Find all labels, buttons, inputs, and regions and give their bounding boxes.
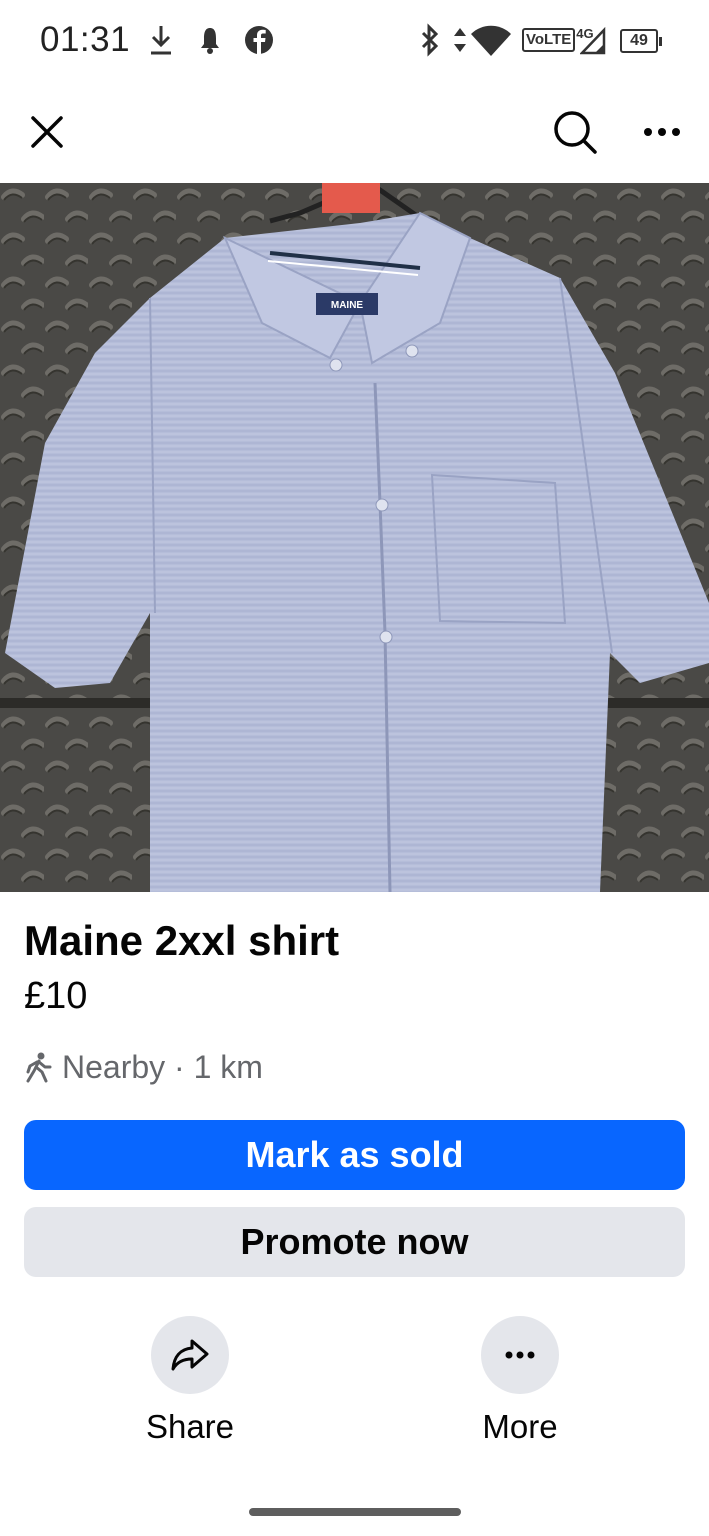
listing-location: Nearby · 1 km (24, 1045, 263, 1089)
promote-now-button[interactable]: Promote now (24, 1207, 685, 1277)
walking-person-icon (26, 1052, 52, 1083)
share-label: Share (145, 1408, 235, 1445)
listing-photo[interactable]: MAINE (0, 183, 709, 892)
more-action-button[interactable] (481, 1316, 559, 1394)
close-button[interactable] (7, 82, 87, 182)
battery-tip (659, 36, 662, 46)
top-bar (0, 82, 709, 182)
download-icon (151, 26, 171, 55)
share-arrow-icon (171, 1339, 209, 1371)
shirt-photo: MAINE (0, 183, 709, 892)
location-text: Nearby · 1 km (62, 1048, 263, 1085)
status-bar: 01:31 VoLTE 4G 49 (0, 0, 709, 82)
cell-signal-icon (580, 26, 606, 55)
more-label: More (482, 1408, 558, 1445)
status-time: 01:31 (40, 20, 131, 59)
volte-badge: VoLTE (522, 28, 576, 52)
search-icon (554, 111, 597, 154)
data-arrows-icon (454, 28, 466, 52)
wifi-icon (471, 25, 511, 56)
facebook-icon (245, 26, 273, 55)
listing-title: Maine 2xxl shirt (24, 917, 340, 964)
battery-level: 49 (620, 29, 658, 53)
more-action[interactable]: More (440, 1316, 600, 1446)
notification-bell-icon (201, 28, 219, 54)
search-button[interactable] (535, 82, 615, 182)
more-icon (644, 128, 680, 136)
share-button[interactable] (151, 1316, 229, 1394)
battery-icon: 49 (620, 29, 662, 53)
listing-price: £10 (24, 975, 88, 1017)
brand-tag: MAINE (331, 300, 364, 311)
close-icon (31, 116, 63, 148)
home-indicator[interactable] (249, 1508, 461, 1516)
share-action[interactable]: Share (110, 1316, 270, 1446)
more-icon (505, 1351, 535, 1359)
more-button[interactable] (622, 82, 702, 182)
mark-as-sold-button[interactable]: Mark as sold (24, 1120, 685, 1190)
bluetooth-icon (421, 23, 439, 57)
